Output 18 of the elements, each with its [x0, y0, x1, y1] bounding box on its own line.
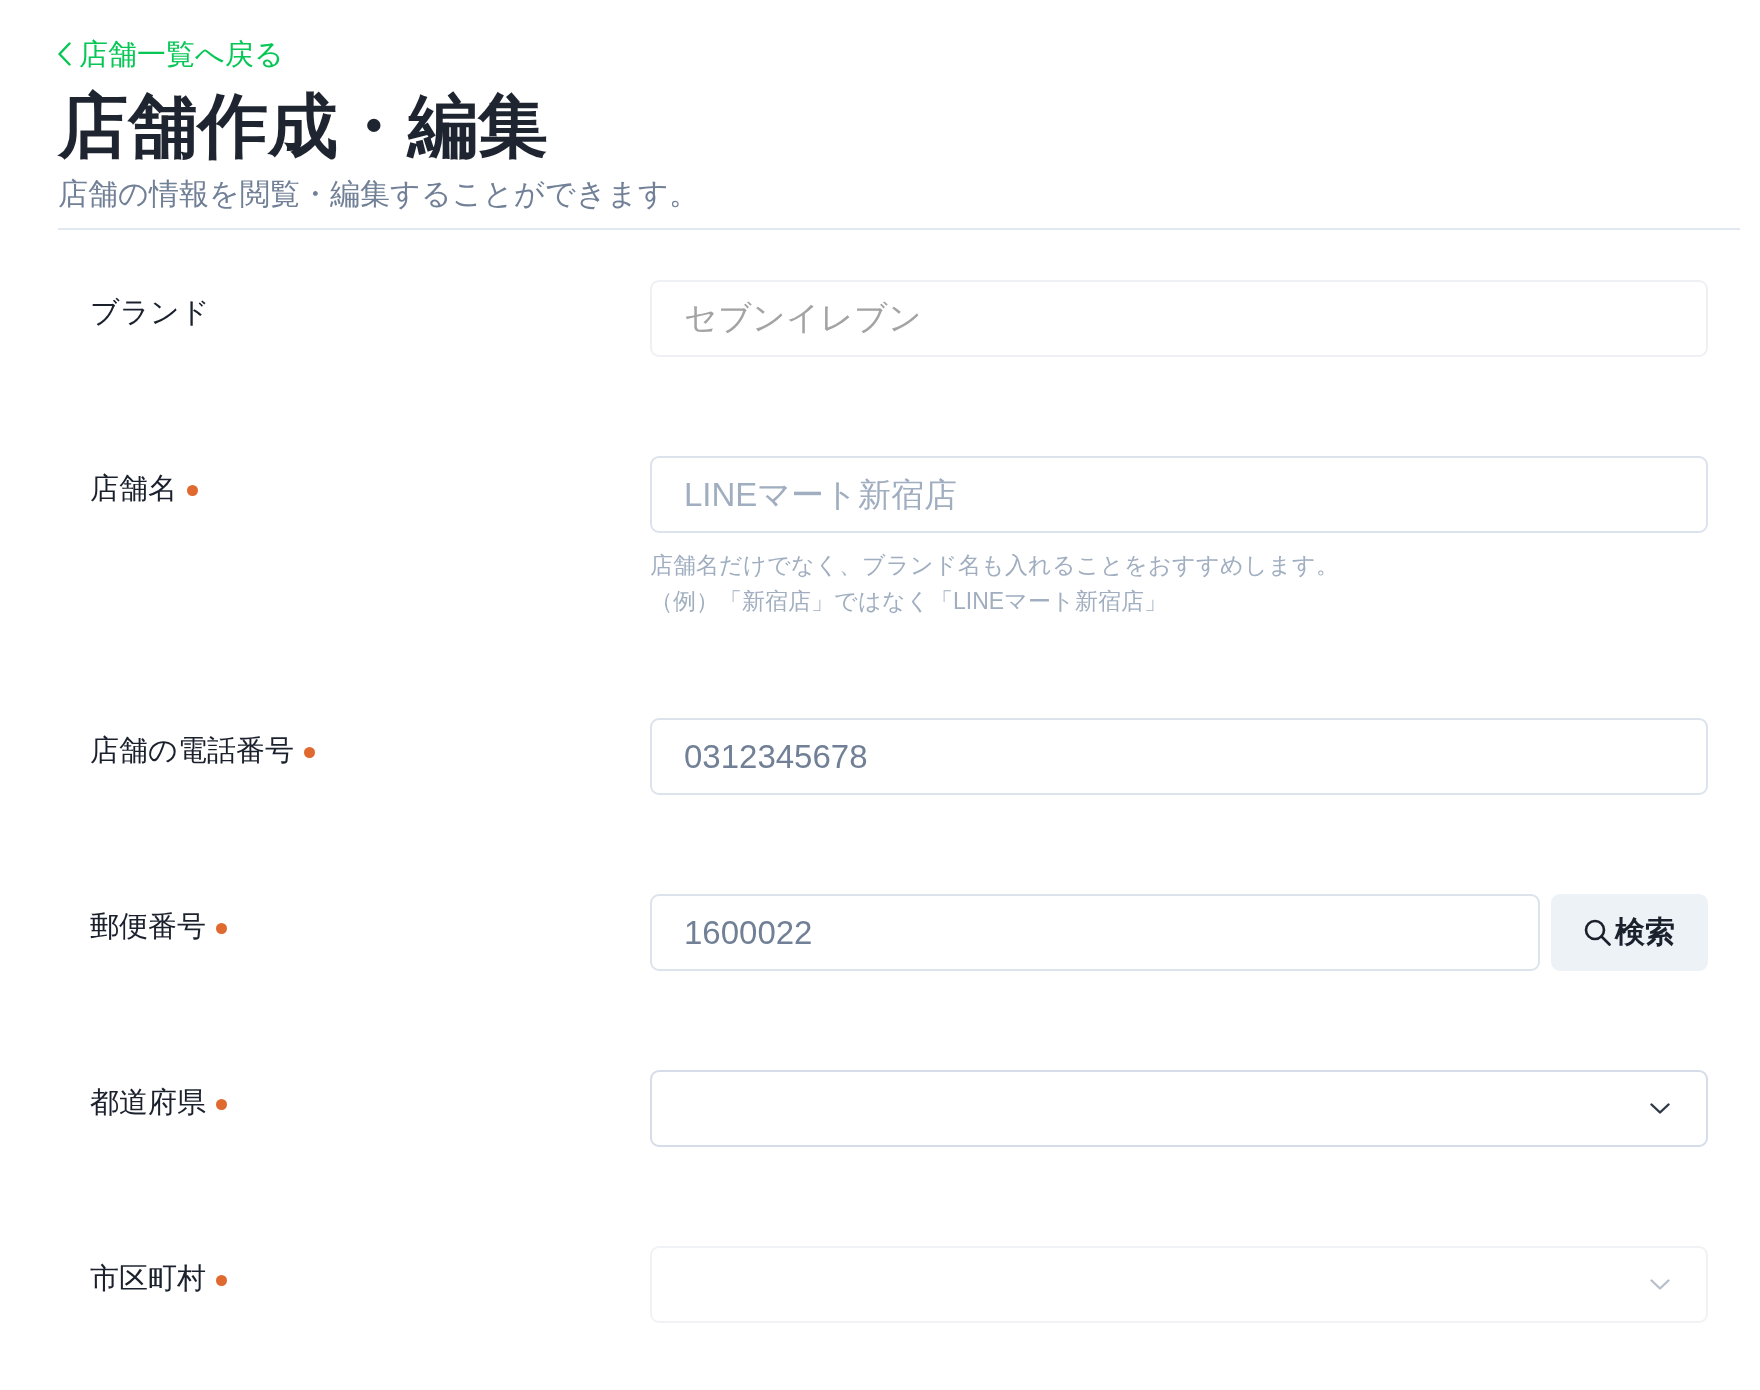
input-field[interactable]: LINEマート新宿店 — [650, 456, 1708, 533]
field-label: 都道府県 — [90, 1085, 206, 1120]
help-text: （例）「新宿店」ではなく「LINEマート新宿店」 — [650, 587, 1168, 616]
field-label: ブランド — [90, 295, 210, 330]
input-field[interactable]: 1600022 — [650, 894, 1540, 971]
input-field[interactable]: 0312345678 — [650, 718, 1708, 795]
field-label: 郵便番号 — [90, 909, 206, 944]
help-text: 店舗名だけでなく、ブランド名も入れることをおすすめします。 — [650, 551, 1339, 580]
page-title: 店舗作成・編集 — [58, 86, 548, 166]
search-button[interactable]: 検索 — [1551, 894, 1708, 971]
field-label: 店舗名 — [90, 471, 177, 506]
back-link[interactable]: 店舗一覧へ戻る — [58, 36, 284, 72]
select-field[interactable] — [650, 1070, 1708, 1147]
page-subtitle: 店舗の情報を閲覧・編集することができます。 — [58, 176, 699, 212]
search-icon — [1584, 919, 1611, 946]
field-label: 市区町村 — [90, 1261, 206, 1296]
field-label: 店舗の電話番号 — [90, 733, 294, 768]
chevron-left-icon — [58, 42, 71, 66]
